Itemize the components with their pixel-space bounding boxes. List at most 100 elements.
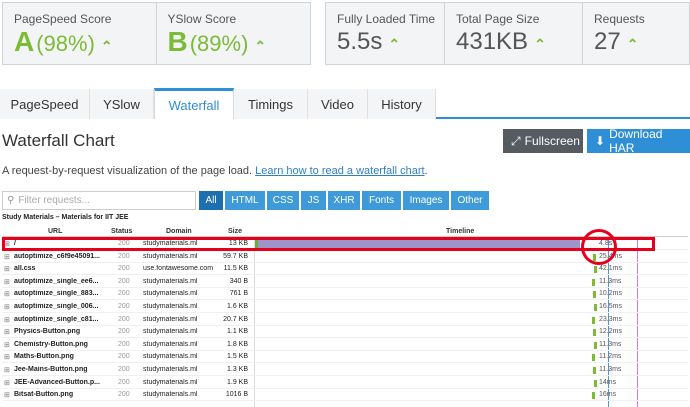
expand-row-icon[interactable]: ⊞ (4, 328, 10, 336)
row-status: 200 (118, 290, 130, 298)
request-bar (593, 291, 596, 299)
request-bar (592, 354, 595, 362)
expand-row-icon[interactable]: ⊞ (4, 290, 10, 298)
table-row[interactable]: ⊞ Chemistry-Button.png 200 studymaterials.m… (2, 339, 688, 351)
total-page-size-value: 431KB (456, 28, 529, 55)
row-time: 12.2ms (599, 328, 622, 336)
waterfall-description: A request-by-request visualization of th… (2, 165, 428, 177)
learn-waterfall-link[interactable]: Learn how to read a waterfall chart (255, 165, 424, 177)
request-bar (594, 304, 597, 311)
row-time: 16.5ms (599, 303, 622, 310)
request-bar (594, 266, 597, 274)
total-page-size: Total Page Size 431KB ⌃ (445, 3, 583, 64)
expand-row-icon[interactable]: ⊞ (4, 391, 10, 399)
expand-icon: ⤢ (511, 133, 521, 148)
row-url: autoptimize_single_883... (14, 290, 99, 298)
highlight-circle (581, 229, 617, 265)
row-time: 16ms (599, 391, 617, 399)
page: PageSpeed Score A (98%) ⌃ YSlow Score B … (0, 0, 690, 407)
fullscreen-button[interactable]: ⤢ Fullscreen (503, 129, 583, 153)
request-bar (592, 278, 595, 286)
filter-js[interactable]: JS (301, 191, 326, 210)
filter-requests-input[interactable]: ⚲ Filter requests... (2, 191, 196, 210)
col-timeline[interactable]: Timeline (446, 228, 474, 235)
pagespeed-up-arrow-icon: ⌃ (100, 38, 113, 54)
expand-row-icon[interactable]: ⊞ (4, 265, 10, 273)
table-row[interactable]: ⊞ Bitsat-Button.png 200 studymaterials.ml 10… (2, 389, 688, 402)
filter-images[interactable]: Images (403, 191, 449, 210)
tab-waterfall[interactable]: Waterfall (154, 88, 234, 119)
row-size: 1.5 KB (226, 353, 248, 361)
fully-loaded-value: 5.5s (337, 28, 383, 55)
tab-yslow[interactable]: YSlow (90, 89, 154, 119)
row-status: 200 (118, 277, 130, 285)
yslow-percent: (89%) (189, 31, 249, 56)
description-period: . (424, 165, 428, 177)
row-url: Physics-Button.png (14, 328, 81, 336)
table-row[interactable]: ⊞ autoptimize_single_c81... 200 studymateri… (2, 314, 688, 326)
expand-row-icon[interactable]: ⊞ (4, 366, 10, 374)
expand-row-icon[interactable]: ⊞ (4, 379, 10, 387)
filter-other[interactable]: Other (451, 191, 489, 210)
yslow-score-label: YSlow Score (167, 12, 237, 26)
row-size: 340 B (229, 277, 248, 285)
row-url: Chemistry-Button.png (14, 340, 88, 348)
table-row[interactable]: ⊞ JEE-Advanced-Button.p... 200 studymateria… (2, 377, 688, 389)
filter-xhr[interactable]: XHR (328, 191, 360, 210)
row-url: autoptimize_single_ee6... (14, 277, 99, 285)
row-size: 1.8 KB (226, 340, 248, 348)
row-url: autoptimize_single_c81... (14, 315, 99, 323)
requests-value: 27 (594, 28, 621, 55)
download-icon: ⬇ (595, 134, 606, 148)
expand-row-icon[interactable]: ⊞ (4, 341, 10, 349)
row-url: all.css (14, 265, 36, 273)
requests-up-arrow-icon: ⌃ (626, 36, 639, 52)
filter-all[interactable]: All (199, 191, 223, 210)
expand-row-icon[interactable]: ⊞ (4, 278, 10, 286)
table-row[interactable]: ⊞ autoptimize_single_883... 200 studymateri… (2, 288, 688, 301)
expand-row-icon[interactable]: ⊞ (4, 353, 10, 361)
tab-video[interactable]: Video (308, 89, 368, 119)
yslow-grade: B (167, 26, 188, 57)
col-status[interactable]: Status (111, 228, 132, 235)
table-row[interactable]: ⊞ autoptimize_single_006... 200 studymateri… (2, 301, 688, 313)
filter-css[interactable]: CSS (267, 191, 299, 210)
fully-loaded-time: Fully Loaded Time 5.5s ⌃ (326, 3, 445, 64)
row-size: 11.5 KB (223, 265, 248, 273)
row-size: 1.3 KB (226, 366, 248, 373)
row-url: Jee-Mains-Button.png (14, 366, 88, 373)
col-url[interactable]: URL (48, 228, 62, 235)
tab-pagespeed[interactable]: PageSpeed (0, 89, 90, 119)
row-status: 200 (118, 391, 130, 399)
col-size[interactable]: Size (228, 228, 242, 235)
row-time: 10.2ms (599, 290, 622, 298)
col-domain[interactable]: Domain (166, 228, 192, 235)
filter-fonts[interactable]: Fonts (362, 191, 401, 210)
expand-row-icon[interactable]: ⊞ (4, 253, 10, 261)
fullscreen-label: Fullscreen (524, 134, 580, 148)
table-row[interactable]: ⊞ autoptimize_single_ee6... 200 studymateri… (2, 276, 688, 288)
tab-history[interactable]: History (368, 89, 436, 119)
requests-label: Requests (594, 12, 645, 26)
pagespeed-percent: (98%) (36, 31, 95, 56)
row-status: 200 (118, 265, 130, 273)
row-url: Bitsat-Button.png (14, 391, 74, 399)
tab-timings[interactable]: Timings (234, 89, 308, 119)
table-row[interactable]: ⊞ Jee-Mains-Button.png 200 studymaterials.m… (2, 364, 688, 376)
row-size: 761 B (229, 290, 248, 298)
pagespeed-score: PageSpeed Score A (98%) ⌃ (3, 3, 157, 64)
row-time: 11.2ms (599, 353, 622, 361)
download-har-button[interactable]: ⬇ Download HAR (587, 127, 690, 155)
yslow-up-arrow-icon: ⌃ (254, 38, 267, 54)
table-row[interactable]: ⊞ Physics-Button.png 200 studymaterials.ml 1… (2, 326, 688, 339)
filter-html[interactable]: HTML (225, 191, 265, 210)
expand-row-icon[interactable]: ⊞ (4, 303, 10, 311)
row-url: autoptimize_c6f9e45091... (14, 252, 100, 260)
page-details: Fully Loaded Time 5.5s ⌃ Total Page Size… (325, 2, 690, 65)
row-status: 200 (118, 303, 130, 310)
table-row[interactable]: ⊞ Maths-Button.png 200 studymaterials.ml 1.5… (2, 351, 688, 364)
row-status: 200 (118, 378, 130, 386)
table-row[interactable]: ⊞ all.css 200 use.fontawesome.com 11.5 KB 42.… (2, 263, 688, 276)
pagespeed-grade: A (14, 26, 35, 57)
expand-row-icon[interactable]: ⊞ (4, 316, 10, 324)
